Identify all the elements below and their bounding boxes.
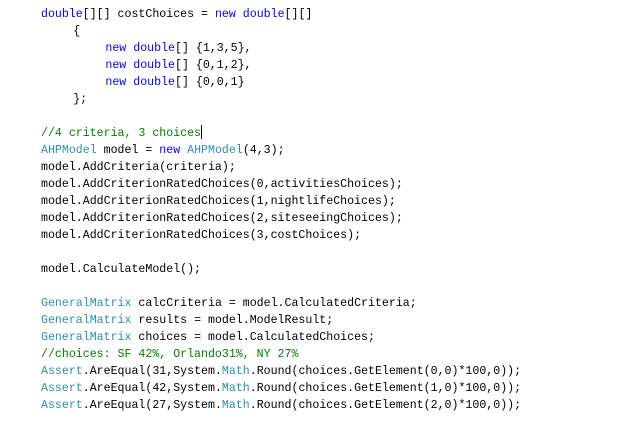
type-name-token: Assert (41, 365, 83, 378)
type-name-token: AHPModel (41, 144, 97, 157)
keyword-token: new (105, 42, 127, 55)
code-line[interactable]: Assert.AreEqual(27,System.Math.Round(cho… (41, 397, 521, 414)
code-token: results = model.ModelResult; (131, 314, 334, 327)
code-token: model.AddCriterionRatedChoices(1,nightli… (41, 195, 396, 208)
code-line[interactable]: model.AddCriterionRatedChoices(2,sitesee… (41, 210, 403, 227)
code-editor[interactable]: double[][] costChoices = new double[][]{… (0, 0, 643, 423)
type-name-token: Assert (41, 399, 83, 412)
code-line[interactable]: model.AddCriterionRatedChoices(1,nightli… (41, 193, 396, 210)
keyword-token: double (133, 59, 175, 72)
code-token: }; (73, 93, 88, 106)
code-token: .AreEqual(27,System. (82, 399, 222, 412)
code-token: model = (96, 144, 160, 157)
type-name-token: Math (221, 365, 250, 378)
code-token: (4,3); (242, 144, 285, 157)
type-name-token: Math (221, 382, 250, 395)
code-line[interactable]: //choices: SF 42%, Orlando31%, NY 27% (41, 346, 298, 363)
code-token: { (73, 25, 81, 38)
code-line[interactable]: model.AddCriterionRatedChoices(3,costCho… (41, 227, 361, 244)
code-line[interactable]: model.AddCriteria(criteria); (41, 159, 236, 176)
code-line[interactable]: Assert.AreEqual(42,System.Math.Round(cho… (41, 380, 521, 397)
code-line[interactable]: GeneralMatrix choices = model.Calculated… (41, 329, 375, 346)
keyword-token: double (41, 8, 83, 21)
type-name-token: GeneralMatrix (41, 314, 132, 327)
type-name-token: GeneralMatrix (41, 297, 132, 310)
code-line[interactable]: Assert.AreEqual(31,System.Math.Round(cho… (41, 363, 521, 380)
code-token: [][] costChoices = (82, 8, 215, 21)
code-token: choices = model.CalculatedChoices; (131, 331, 375, 344)
code-line[interactable]: AHPModel model = new AHPModel(4,3); (41, 142, 285, 159)
code-token: [] {0,1,2}, (174, 59, 252, 72)
keyword-token: new (159, 144, 181, 157)
code-token: calcCriteria = model.CalculatedCriteria; (131, 297, 417, 310)
keyword-token: double (133, 76, 175, 89)
comment-token: //4 criteria, 3 choices (41, 127, 202, 140)
code-line[interactable]: }; (73, 91, 87, 108)
code-line[interactable]: model.AddCriterionRatedChoices(0,activit… (41, 176, 403, 193)
code-line[interactable]: model.CalculateModel(); (41, 261, 201, 278)
keyword-token: new (105, 59, 127, 72)
code-line[interactable]: GeneralMatrix results = model.ModelResul… (41, 312, 333, 329)
type-name-token: AHPModel (187, 144, 243, 157)
code-token: .AreEqual(42,System. (82, 382, 222, 395)
code-line[interactable]: double[][] costChoices = new double[][] (41, 6, 312, 23)
keyword-token: new (105, 76, 127, 89)
code-line[interactable]: { (73, 23, 80, 40)
code-token: [] {1,3,5}, (174, 42, 252, 55)
keyword-token: double (242, 8, 285, 21)
code-token: .AreEqual(31,System. (82, 365, 222, 378)
code-token: [] {0,0,1} (174, 76, 245, 89)
code-token: model.AddCriterionRatedChoices(3,costCho… (41, 229, 362, 242)
type-name-token: Assert (41, 382, 83, 395)
keyword-token: double (133, 42, 175, 55)
code-token: model.CalculateModel(); (41, 263, 202, 276)
type-name-token: Math (221, 399, 250, 412)
code-token: .Round(choices.GetElement(0,0)*100,0)); (249, 365, 522, 378)
code-token: .Round(choices.GetElement(1,0)*100,0)); (249, 382, 522, 395)
code-line[interactable]: new double[] {0,1,2}, (105, 57, 251, 74)
text-caret (201, 125, 203, 139)
code-token: model.AddCriterionRatedChoices(2,sitesee… (41, 212, 403, 225)
code-line[interactable]: new double[] {0,0,1} (105, 74, 244, 91)
code-token: model.AddCriteria(criteria); (41, 161, 236, 174)
type-name-token: GeneralMatrix (41, 331, 132, 344)
code-token: model.AddCriterionRatedChoices(0,activit… (41, 178, 403, 191)
code-line[interactable]: GeneralMatrix calcCriteria = model.Calcu… (41, 295, 417, 312)
code-line[interactable]: //4 criteria, 3 choices (41, 125, 203, 142)
keyword-token: new (214, 8, 236, 21)
code-line[interactable]: new double[] {1,3,5}, (105, 40, 251, 57)
comment-token: //choices: SF 42%, Orlando31%, NY 27% (41, 348, 299, 361)
code-token: [][] (284, 8, 313, 21)
code-token: .Round(choices.GetElement(2,0)*100,0)); (249, 399, 522, 412)
